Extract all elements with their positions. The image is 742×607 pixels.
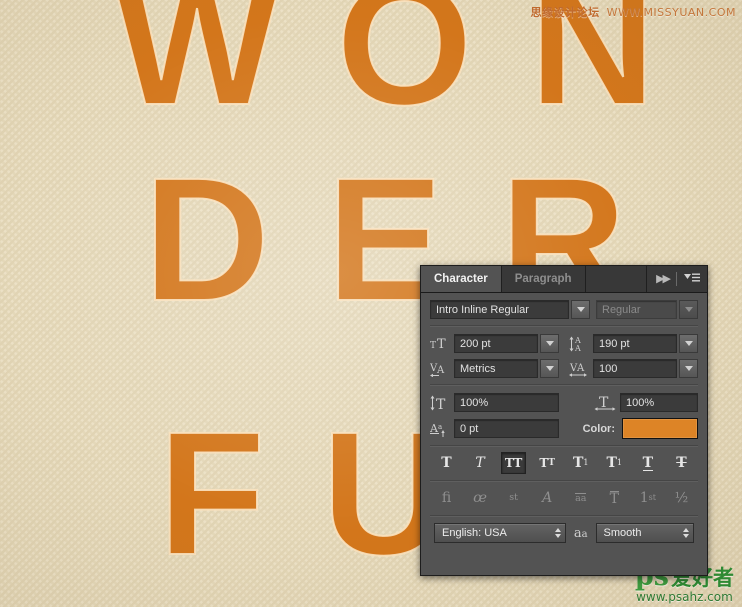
panel-tabbar: Character Paragraph ▶▶ xyxy=(421,266,707,293)
style-buttons-section: T T TT TT T1 T1 T T xyxy=(430,446,698,481)
opentype-buttons: fi œ st A aa T 1st ½ xyxy=(430,482,698,515)
faux-bold-button[interactable]: T xyxy=(434,452,459,474)
subscript-button[interactable]: T1 xyxy=(602,452,627,474)
tracking-field[interactable]: 100 xyxy=(593,359,677,378)
horizontal-scale-field[interactable]: 100% xyxy=(620,393,698,412)
titling-alternates-button[interactable]: T xyxy=(602,487,627,509)
font-style-dropdown-button[interactable] xyxy=(679,300,698,319)
artwork-letter: D xyxy=(115,152,298,328)
tracking-icon: V A xyxy=(569,361,593,377)
language-antialias-section: English: USA aa Smooth xyxy=(430,516,698,543)
size-leading-row: T T 200 pt A A 190 pt xyxy=(430,334,698,353)
watermark-top: 思缘设计论坛 WWW.MISSYUAN.COM xyxy=(531,4,736,20)
tabbar-divider xyxy=(676,272,677,286)
language-spinner-icon xyxy=(554,528,561,538)
font-size-field[interactable]: 200 pt xyxy=(454,334,538,353)
metrics-section: T T 200 pt A A 190 pt V A Metrics V A 10… xyxy=(430,326,698,385)
superscript-button[interactable]: T1 xyxy=(568,452,593,474)
character-panel[interactable]: Character Paragraph ▶▶ Intro Inline Regu… xyxy=(420,265,708,576)
antialias-spinner-icon xyxy=(683,528,689,538)
watermark-bottom-site: www.psahz.com xyxy=(636,590,733,604)
svg-text:a: a xyxy=(438,423,442,431)
swash-button[interactable]: A xyxy=(535,487,560,509)
underline-button[interactable]: T xyxy=(635,452,660,474)
svg-text:A: A xyxy=(436,365,445,376)
discretionary-ligatures-button[interactable]: st xyxy=(501,487,526,509)
fractions-button[interactable]: ½ xyxy=(669,487,694,509)
oldstyle-button[interactable]: aa xyxy=(568,487,593,509)
svg-text:A: A xyxy=(574,344,581,352)
baseline-shift-icon: A a xyxy=(430,421,454,437)
font-style-buttons: T T TT TT T1 T1 T T xyxy=(430,447,698,480)
font-section: Intro Inline Regular Regular xyxy=(430,300,698,326)
color-label: Color: xyxy=(582,422,615,435)
antialias-value: Smooth xyxy=(603,527,642,539)
artwork-letter: O xyxy=(308,0,501,132)
chevron-down-icon xyxy=(545,366,554,371)
vertical-scale-field[interactable]: 100% xyxy=(454,393,559,412)
ordinals-button[interactable]: 1st xyxy=(635,487,660,509)
tab-paragraph[interactable]: Paragraph xyxy=(501,266,586,292)
kerning-tracking-row: V A Metrics V A 100 xyxy=(430,359,698,378)
svg-text:A: A xyxy=(576,363,585,374)
standard-ligatures-button[interactable]: fi xyxy=(434,487,459,509)
tab-character[interactable]: Character xyxy=(421,266,502,292)
language-select[interactable]: English: USA xyxy=(434,523,566,543)
small-caps-button[interactable]: TT xyxy=(535,452,560,474)
baseline-color-row: A a 0 pt Color: xyxy=(430,418,698,439)
faux-italic-button[interactable]: T xyxy=(468,452,493,474)
strikethrough-button[interactable]: T xyxy=(669,452,694,474)
font-family-field[interactable]: Intro Inline Regular xyxy=(430,300,569,319)
double-chevron-right-icon[interactable]: ▶▶ xyxy=(656,273,671,285)
watermark-top-cn: 思缘设计论坛 xyxy=(530,6,600,19)
bottom-controls-row: English: USA aa Smooth xyxy=(430,517,698,543)
svg-text:T: T xyxy=(430,341,436,351)
font-family-dropdown-button[interactable] xyxy=(571,300,590,319)
scale-row: T 100% T 100% xyxy=(430,393,698,412)
kerning-icon: V A xyxy=(430,361,454,377)
horizontal-scale-icon: T xyxy=(590,395,616,411)
panel-tab-icons: ▶▶ xyxy=(647,266,707,292)
artwork-letter: F xyxy=(130,406,294,582)
watermark-top-url: WWW.MISSYUAN.COM xyxy=(606,6,736,19)
kerning-dropdown-button[interactable] xyxy=(540,359,559,378)
font-style-field[interactable]: Regular xyxy=(596,300,677,319)
panel-menu-icon[interactable] xyxy=(684,272,700,286)
chevron-down-icon xyxy=(576,307,585,312)
language-value: English: USA xyxy=(442,527,507,539)
font-row: Intro Inline Regular Regular xyxy=(430,300,698,319)
chevron-down-icon xyxy=(684,366,693,371)
contextual-alternates-button[interactable]: œ xyxy=(468,487,493,509)
all-caps-button[interactable]: TT xyxy=(501,452,527,474)
chevron-down-icon xyxy=(684,341,693,346)
svg-text:T: T xyxy=(436,397,446,411)
vertical-scale-icon: T xyxy=(430,395,454,411)
scale-color-section: T 100% T 100% A a 0 pt Color: xyxy=(430,385,698,446)
leading-icon: A A xyxy=(569,336,593,352)
svg-text:T: T xyxy=(437,337,446,351)
chevron-down-icon xyxy=(684,307,693,312)
chevron-down-icon xyxy=(545,341,554,346)
panel-body: Intro Inline Regular Regular T T 200 pt … xyxy=(421,293,707,543)
tabbar-filler xyxy=(585,266,648,292)
antialias-select[interactable]: Smooth xyxy=(595,523,694,543)
font-size-icon: T T xyxy=(430,336,454,351)
tracking-dropdown-button[interactable] xyxy=(679,359,698,378)
baseline-shift-field[interactable]: 0 pt xyxy=(454,419,559,438)
leading-dropdown-button[interactable] xyxy=(679,334,698,353)
opentype-buttons-section: fi œ st A aa T 1st ½ xyxy=(430,481,698,516)
artwork-letter: W xyxy=(86,0,308,132)
leading-field[interactable]: 190 pt xyxy=(593,334,677,353)
anti-aliasing-icon: aa xyxy=(573,525,588,541)
kerning-field[interactable]: Metrics xyxy=(454,359,538,378)
text-color-swatch[interactable] xyxy=(622,418,698,439)
font-size-dropdown-button[interactable] xyxy=(540,334,559,353)
